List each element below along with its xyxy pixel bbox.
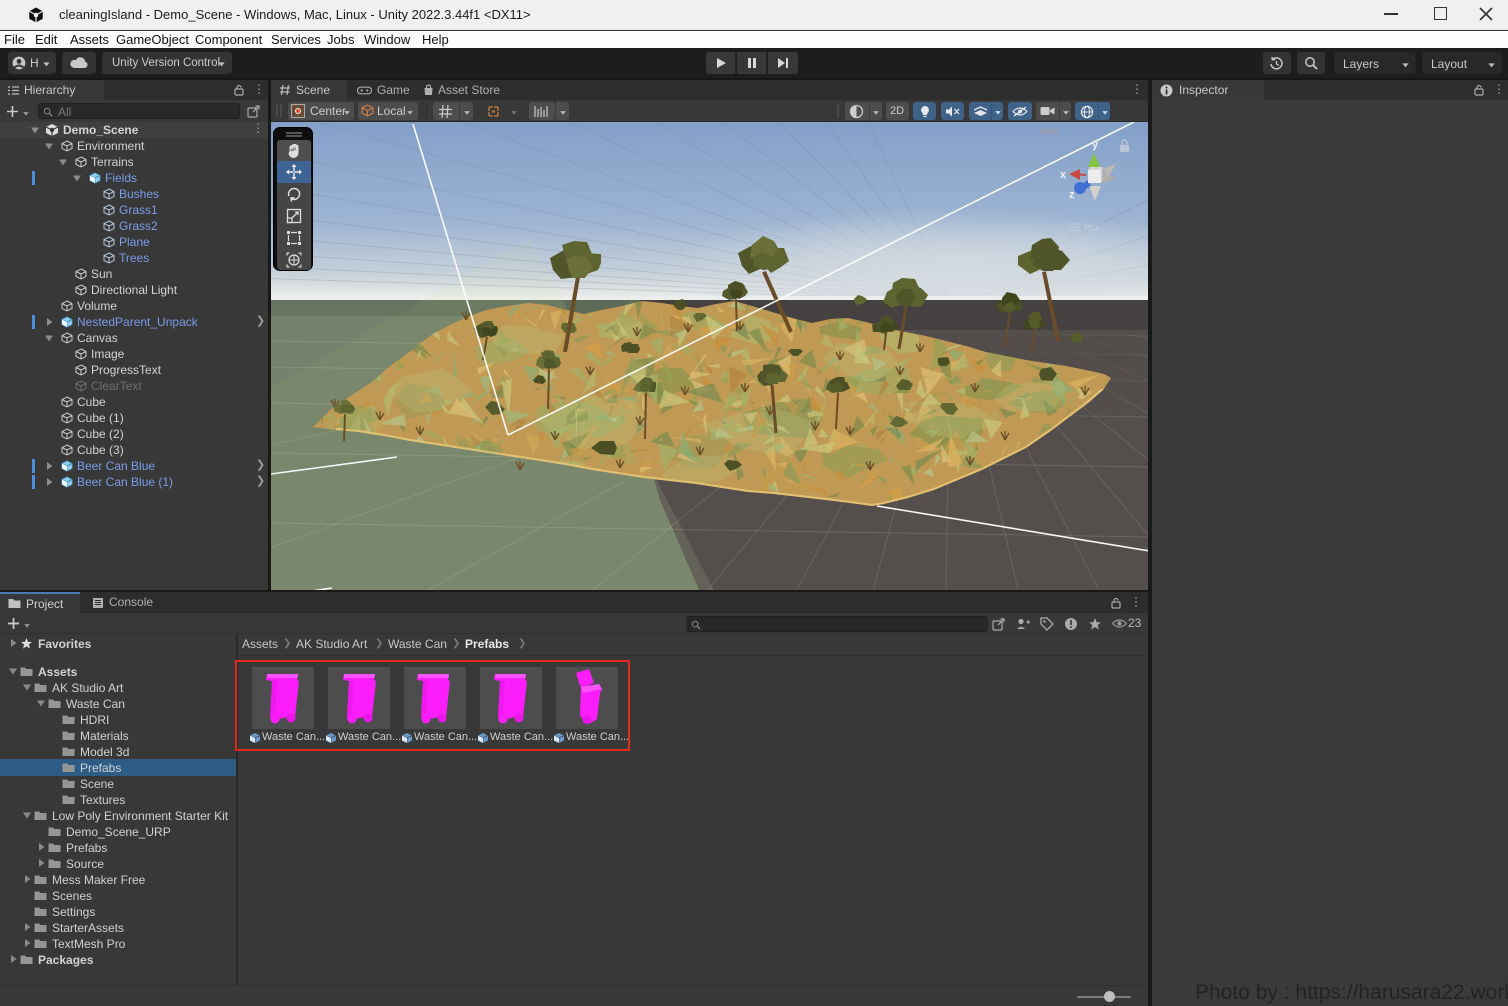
svg-text:x: x	[1060, 169, 1067, 181]
svg-text:y: y	[1092, 139, 1099, 151]
svg-text:Iso: Iso	[1084, 222, 1099, 234]
svg-text:z: z	[1069, 189, 1075, 201]
